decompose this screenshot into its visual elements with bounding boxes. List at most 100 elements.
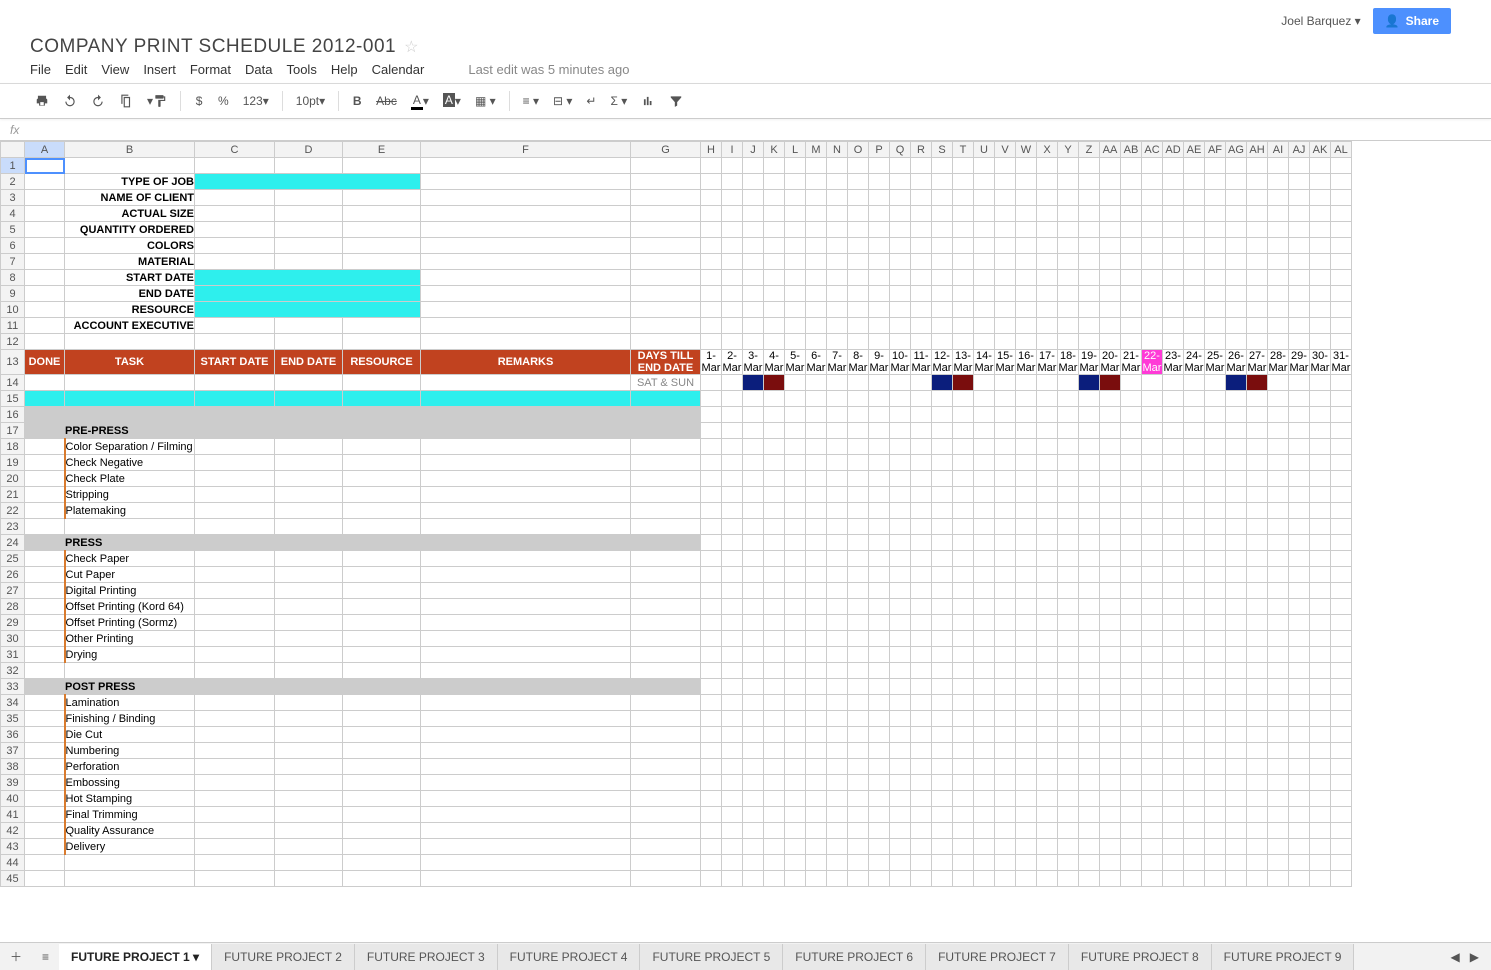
cell[interactable] <box>275 727 343 743</box>
cell[interactable] <box>1310 270 1331 286</box>
cell[interactable] <box>1121 222 1142 238</box>
cell[interactable] <box>1100 823 1121 839</box>
cell[interactable] <box>827 158 848 174</box>
cell[interactable] <box>1331 663 1352 679</box>
row-header[interactable]: 19 <box>1 455 25 471</box>
bold-button[interactable]: B <box>347 90 367 112</box>
cell[interactable] <box>25 318 65 334</box>
cell[interactable] <box>995 567 1016 583</box>
cell[interactable] <box>343 695 421 711</box>
cell[interactable] <box>65 663 195 679</box>
cell[interactable] <box>911 615 932 631</box>
cell[interactable]: 27-Mar <box>1247 350 1268 375</box>
cell[interactable] <box>1163 455 1184 471</box>
cell[interactable]: Stripping <box>65 487 195 503</box>
cell[interactable] <box>1142 839 1163 855</box>
cell[interactable] <box>631 190 701 206</box>
cell[interactable] <box>827 759 848 775</box>
cell[interactable] <box>932 647 953 663</box>
cell[interactable] <box>974 631 995 647</box>
chart-button[interactable] <box>636 90 660 112</box>
add-sheet-button[interactable]: ＋ <box>0 948 32 965</box>
cell[interactable] <box>1142 334 1163 350</box>
cell[interactable] <box>1331 455 1352 471</box>
cell[interactable] <box>631 583 701 599</box>
cell[interactable] <box>631 503 701 519</box>
cell[interactable] <box>827 839 848 855</box>
cell[interactable] <box>1079 599 1100 615</box>
cell[interactable] <box>1310 823 1331 839</box>
cell[interactable] <box>1331 334 1352 350</box>
cell[interactable] <box>806 471 827 487</box>
cell[interactable] <box>701 679 722 695</box>
cell[interactable] <box>25 503 65 519</box>
print-icon[interactable] <box>30 90 54 112</box>
formula-bar[interactable]: fx <box>0 119 1491 141</box>
cell[interactable] <box>1247 302 1268 318</box>
cell[interactable] <box>275 695 343 711</box>
cell[interactable] <box>890 391 911 407</box>
cell[interactable] <box>1205 471 1226 487</box>
cell[interactable] <box>1268 695 1289 711</box>
cell[interactable] <box>1226 439 1247 455</box>
cell[interactable] <box>1268 759 1289 775</box>
cell[interactable] <box>953 423 974 439</box>
cell[interactable] <box>827 222 848 238</box>
cell[interactable] <box>1163 190 1184 206</box>
cell[interactable] <box>764 583 785 599</box>
cell[interactable] <box>1205 855 1226 871</box>
cell[interactable] <box>1226 334 1247 350</box>
cell[interactable] <box>890 535 911 551</box>
cell[interactable] <box>343 839 421 855</box>
cell[interactable] <box>827 334 848 350</box>
cell[interactable] <box>743 759 764 775</box>
cell[interactable] <box>1247 727 1268 743</box>
cell[interactable] <box>421 174 631 190</box>
cell[interactable] <box>1121 519 1142 535</box>
cell[interactable] <box>785 302 806 318</box>
cell[interactable] <box>743 695 764 711</box>
cell[interactable] <box>1079 375 1100 391</box>
cell[interactable] <box>953 375 974 391</box>
cell[interactable] <box>827 823 848 839</box>
cell[interactable] <box>1079 615 1100 631</box>
cell[interactable] <box>631 471 701 487</box>
cell[interactable] <box>1037 695 1058 711</box>
cell[interactable] <box>631 487 701 503</box>
cell[interactable] <box>1016 407 1037 423</box>
cell[interactable] <box>195 439 275 455</box>
cell[interactable] <box>1142 455 1163 471</box>
row-header[interactable]: 16 <box>1 407 25 423</box>
cell[interactable] <box>1121 190 1142 206</box>
cell[interactable] <box>953 503 974 519</box>
cell[interactable] <box>848 174 869 190</box>
menu-calendar[interactable]: Calendar <box>372 62 425 77</box>
cell[interactable] <box>1184 839 1205 855</box>
cell[interactable] <box>1016 238 1037 254</box>
cell[interactable] <box>1331 823 1352 839</box>
cell[interactable] <box>1142 807 1163 823</box>
cell[interactable] <box>743 823 764 839</box>
cell[interactable] <box>848 375 869 391</box>
cell[interactable] <box>1142 238 1163 254</box>
row-header[interactable]: 28 <box>1 599 25 615</box>
cell[interactable] <box>785 807 806 823</box>
cell[interactable] <box>1226 871 1247 887</box>
cell[interactable] <box>932 759 953 775</box>
cell[interactable] <box>421 775 631 791</box>
cell[interactable] <box>275 407 343 423</box>
cell[interactable]: 2-Mar <box>722 350 743 375</box>
cell[interactable] <box>827 206 848 222</box>
cell[interactable] <box>421 695 631 711</box>
cell[interactable] <box>785 871 806 887</box>
cell[interactable] <box>1289 190 1310 206</box>
cell[interactable] <box>764 254 785 270</box>
cell[interactable] <box>995 695 1016 711</box>
cell[interactable] <box>1310 551 1331 567</box>
cell[interactable] <box>1121 775 1142 791</box>
cell[interactable] <box>1058 599 1079 615</box>
cell[interactable] <box>195 455 275 471</box>
cell[interactable] <box>1247 334 1268 350</box>
cell[interactable] <box>806 206 827 222</box>
cell[interactable] <box>1226 487 1247 503</box>
